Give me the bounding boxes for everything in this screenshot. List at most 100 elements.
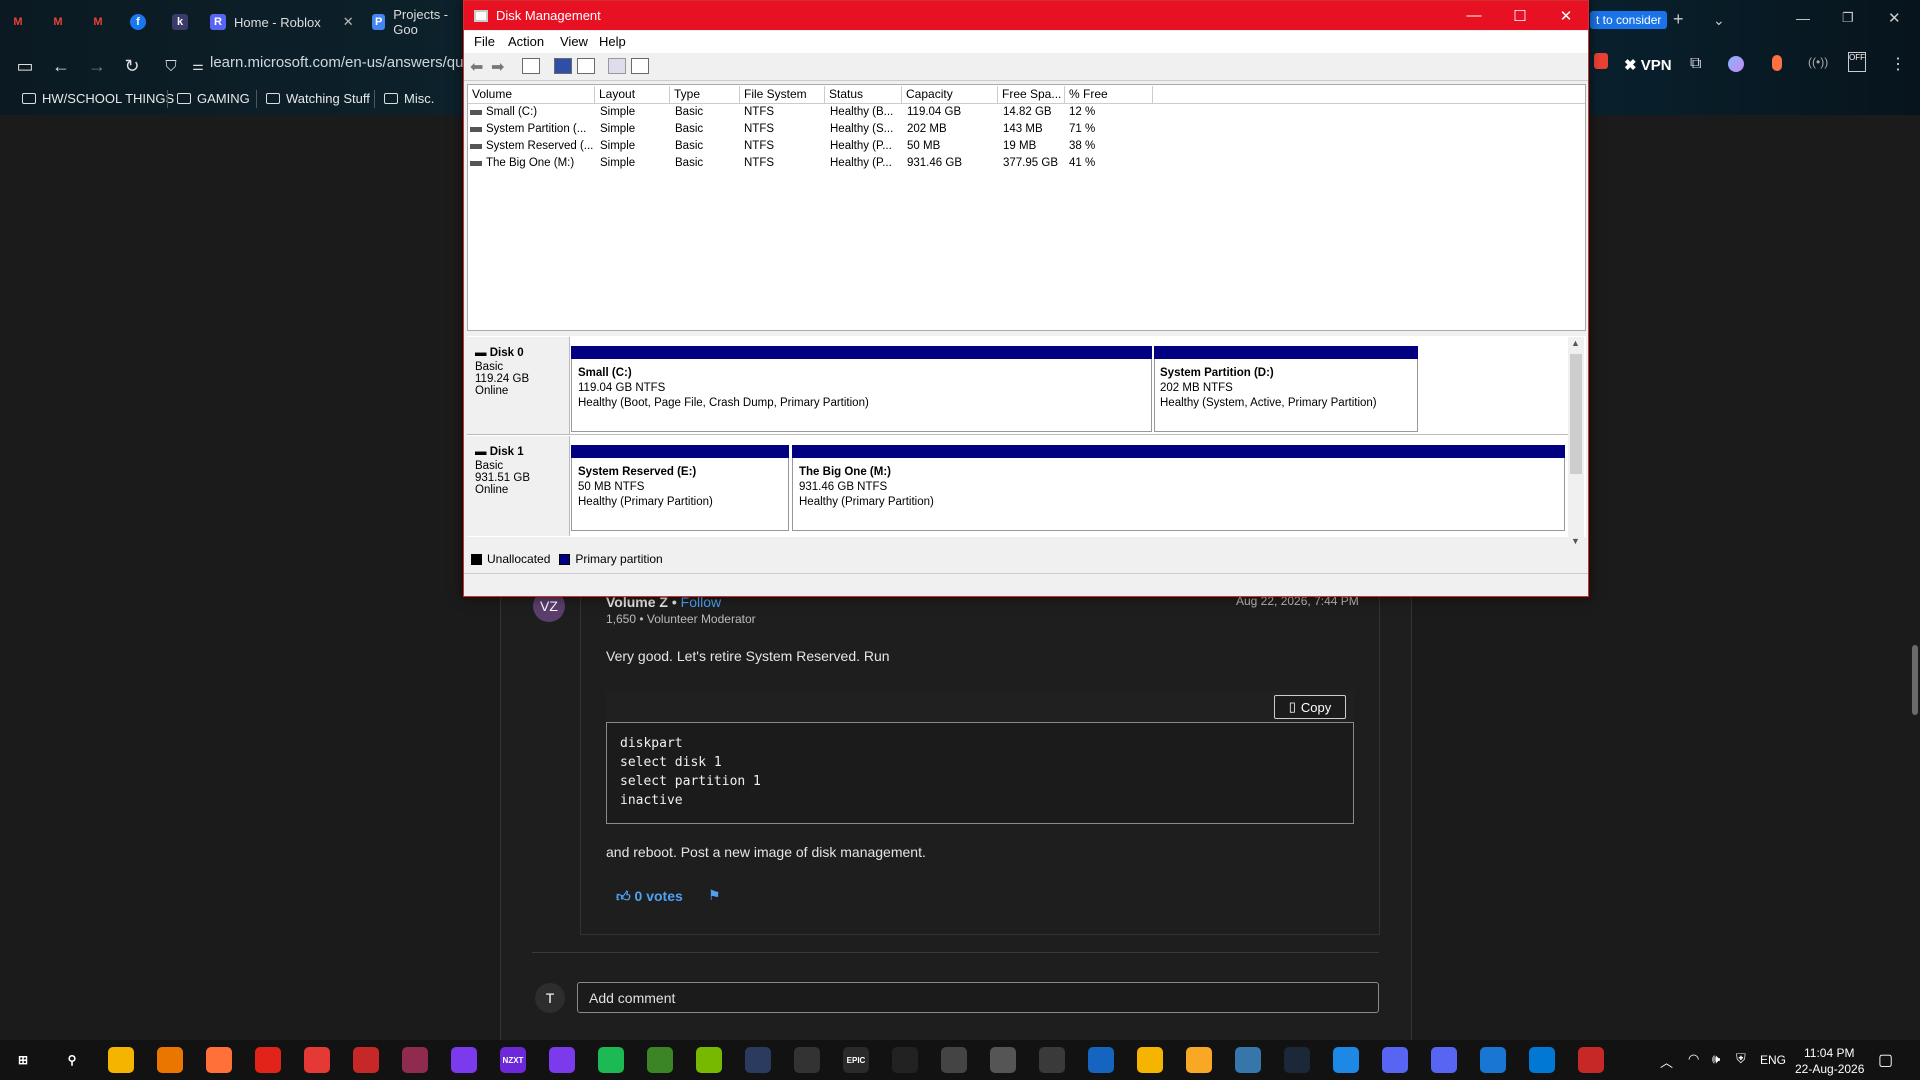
volume-cell[interactable]: 19 MB [1003,140,1036,152]
vpn-button[interactable]: ✖ VPN [1624,56,1672,74]
volume-cell[interactable]: Small (C:) [486,106,537,118]
obs-icon[interactable] [941,1047,967,1073]
volume-cell[interactable]: Basic [675,140,703,152]
maximize-icon[interactable]: ☐ [1497,1,1543,30]
comment-input[interactable]: Add comment [577,982,1379,1013]
volume-cell[interactable]: System Partition (... [486,123,586,135]
volume-cell[interactable]: 202 MB [907,123,947,135]
bookmark-misc[interactable]: Misc. [384,91,434,106]
flag-icon[interactable]: ⚑ [708,887,721,904]
vegas-icon[interactable] [402,1047,428,1073]
list-view-icon[interactable] [631,58,649,74]
column-header[interactable]: % Free [1065,86,1153,103]
tab-k[interactable]: k [172,8,188,36]
volume-cell[interactable]: Healthy (P... [830,157,892,169]
shield-icon[interactable]: ⛉ [158,54,184,78]
close-icon[interactable]: ✕ [1888,9,1901,27]
broadcast-icon[interactable]: ((•)) [1808,55,1828,69]
blender-icon[interactable] [157,1047,183,1073]
tab-projects[interactable]: P Projects - Goo [372,8,462,36]
menu-action[interactable]: Action [508,34,544,49]
reload-icon[interactable]: ↻ [119,54,145,78]
scrollbar-thumb[interactable] [1570,354,1582,474]
volume-cell[interactable]: 931.46 GB [907,157,962,169]
minimize-icon[interactable]: — [1796,10,1810,26]
wifi-icon[interactable]: ◠ [1688,1051,1699,1067]
tab-gmail-1[interactable]: M [10,8,26,36]
volume-cell[interactable]: Healthy (P... [830,140,892,152]
window-titlebar[interactable]: Disk Management [464,1,1588,30]
maps-icon[interactable] [1186,1047,1212,1073]
heart-app-icon[interactable] [451,1047,477,1073]
scroll-up-icon[interactable]: ▲ [1571,338,1580,348]
volume-cell[interactable]: Basic [675,123,703,135]
search-icon[interactable]: ⚲ [59,1047,85,1073]
volume-cell[interactable]: Simple [600,157,635,169]
volume-cell[interactable]: 71 % [1069,123,1095,135]
forward-icon[interactable]: → [84,54,110,78]
disk-0-info[interactable]: ▬ Disk 0 Basic 119.24 GB Online [467,337,570,434]
volume-cell[interactable]: 50 MB [907,140,940,152]
spotify-icon[interactable] [598,1047,624,1073]
chevron-down-icon[interactable]: ⌄ [1713,12,1725,29]
disk-1-info[interactable]: ▬ Disk 1 Basic 931.51 GB Online [467,436,570,536]
off-toggle-icon[interactable]: OFF [1848,52,1866,72]
roblox-icon[interactable] [255,1047,281,1073]
tray-overflow-icon[interactable]: ︿ [1660,1052,1673,1071]
column-header[interactable]: Capacity [902,86,998,103]
volume-cell[interactable]: Simple [600,140,635,152]
shield-icon[interactable]: ⛨ [1736,1051,1746,1067]
volume-cell[interactable]: NTFS [744,140,774,152]
volume-cell[interactable]: 143 MB [1003,123,1043,135]
volume-cell[interactable]: Simple [600,106,635,118]
back-icon[interactable]: ← [48,54,74,78]
copy-button[interactable]: ▯ Copy [1274,695,1346,719]
close-icon[interactable]: ✕ [343,14,354,30]
paint-icon[interactable] [1529,1047,1555,1073]
podcast-icon[interactable] [549,1047,575,1073]
properties-icon[interactable] [577,58,595,74]
bookmark-hw[interactable]: HW/SCHOOL THINGS [22,91,174,106]
sidebar-toggle-icon[interactable]: ▭ [12,54,38,78]
discord-icon[interactable] [1431,1047,1457,1073]
start-icon[interactable]: ⊞ [10,1047,36,1073]
epic-games-icon[interactable]: EPIC [843,1047,869,1073]
volume-cell[interactable]: 12 % [1069,106,1095,118]
volume-cell[interactable]: NTFS [744,123,774,135]
minimize-icon[interactable]: — [1451,1,1497,30]
pulse-icon[interactable] [1333,1047,1359,1073]
volume-cell[interactable]: 38 % [1069,140,1095,152]
back-icon[interactable]: ⬅ [470,57,483,77]
notepad-icon[interactable] [1088,1047,1114,1073]
volume-cell[interactable]: 41 % [1069,157,1095,169]
folder-icon[interactable] [1137,1047,1163,1073]
key-icon[interactable] [608,58,626,74]
bookmark-gaming[interactable]: GAMING [177,91,250,106]
clock-date[interactable]: 22-Aug-2026 [1795,1062,1864,1076]
volume-cell[interactable]: 14.82 GB [1003,106,1052,118]
volume-cell[interactable]: The Big One (M:) [486,157,574,169]
terminal-icon[interactable] [794,1047,820,1073]
app-icon[interactable] [1578,1047,1604,1073]
volume-cell[interactable]: NTFS [744,157,774,169]
python-icon[interactable] [1235,1047,1261,1073]
menu-file[interactable]: File [474,34,495,49]
tab-gmail-2[interactable]: M [50,8,66,36]
volume-cell[interactable]: 377.95 GB [1003,157,1058,169]
launcher-icon[interactable] [304,1047,330,1073]
remote-icon[interactable] [1480,1047,1506,1073]
tab-gmail-3[interactable]: M [90,8,106,36]
capcut-icon[interactable] [892,1047,918,1073]
minecraft-icon[interactable] [647,1047,673,1073]
tab-facebook[interactable]: f [130,8,146,36]
notification-icon[interactable]: ▢ [1878,1050,1893,1070]
page-scrollbar[interactable] [1912,645,1918,715]
column-header[interactable]: Layout [595,86,670,103]
menu-help[interactable]: Help [599,34,626,49]
game-icon[interactable] [353,1047,379,1073]
unity-icon[interactable] [1039,1047,1065,1073]
brave-icon[interactable] [1772,55,1782,71]
site-settings-icon[interactable]: ⚌ [185,54,211,78]
apps-icon[interactable] [990,1047,1016,1073]
scroll-down-icon[interactable]: ▼ [1571,536,1580,546]
